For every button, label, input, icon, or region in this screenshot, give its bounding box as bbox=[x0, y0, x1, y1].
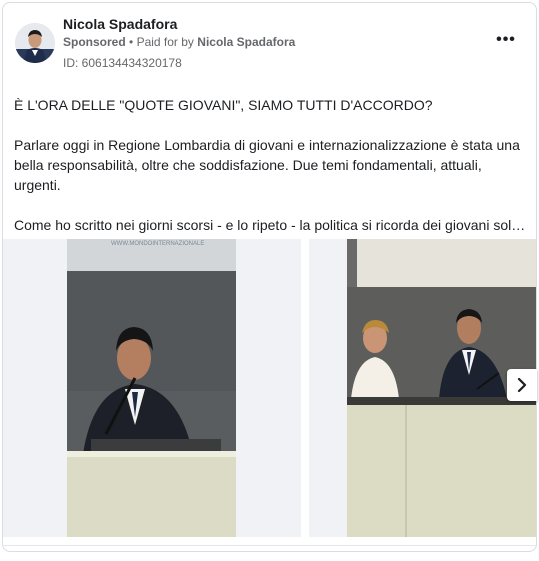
post-headline: È L'ORA DELLE "QUOTE GIOVANI", SIAMO TUT… bbox=[14, 97, 433, 113]
ad-id: ID: 606134434320178 bbox=[63, 56, 182, 70]
panel-photo bbox=[309, 239, 536, 537]
author-name[interactable]: Nicola Spadafora bbox=[63, 16, 177, 32]
post-footer-divider bbox=[3, 545, 536, 546]
post-paragraph: Parlare oggi in Regione Lombardia di gio… bbox=[14, 137, 520, 193]
sponsored-label: Sponsored bbox=[63, 35, 126, 49]
carousel-slide[interactable] bbox=[309, 239, 536, 537]
sponsored-line: Sponsored • Paid for by Nicola Spadafora bbox=[63, 35, 295, 49]
paid-for-name[interactable]: Nicola Spadafora bbox=[197, 35, 295, 49]
post-header: Nicola Spadafora Sponsored • Paid for by… bbox=[3, 3, 536, 83]
speaker-photo: WWW.MONDOINTERNAZIONALE bbox=[3, 239, 301, 537]
sponsored-post-card: Nicola Spadafora Sponsored • Paid for by… bbox=[2, 2, 537, 552]
separator-dot: • bbox=[129, 35, 134, 49]
post-text: È L'ORA DELLE "QUOTE GIOVANI", SIAMO TUT… bbox=[14, 95, 529, 235]
image-carousel: WWW.MONDOINTERNAZIONALE bbox=[3, 239, 536, 537]
post-paragraph-truncated[interactable]: Come ho scritto nei giorni scorsi - e lo… bbox=[14, 215, 529, 235]
carousel-next-button[interactable] bbox=[507, 369, 537, 401]
more-horizontal-icon: ••• bbox=[496, 31, 516, 48]
carousel-slide[interactable]: WWW.MONDOINTERNAZIONALE bbox=[3, 239, 301, 537]
author-avatar[interactable] bbox=[15, 23, 55, 63]
more-options-button[interactable]: ••• bbox=[494, 31, 518, 49]
chevron-right-icon bbox=[517, 377, 527, 393]
banner-text: WWW.MONDOINTERNAZIONALE bbox=[111, 241, 204, 247]
paid-for-label: Paid for by bbox=[136, 35, 194, 49]
